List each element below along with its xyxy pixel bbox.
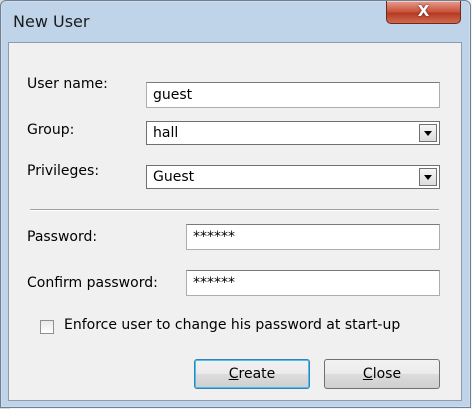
confirm-password-field[interactable] <box>186 270 440 296</box>
username-input[interactable] <box>146 82 440 108</box>
privileges-select[interactable]: Guest <box>146 165 440 189</box>
chevron-down-icon[interactable] <box>419 168 437 186</box>
enforce-change-label[interactable]: Enforce user to change his password at s… <box>64 317 400 333</box>
close-button[interactable]: Close <box>324 359 440 389</box>
create-accel: C <box>228 366 239 382</box>
group-label: Group: <box>27 122 75 138</box>
enforce-change-checkbox[interactable] <box>40 320 54 334</box>
create-label: reate <box>238 366 276 382</box>
close-icon: X <box>417 2 430 20</box>
window-title: New User <box>13 12 90 31</box>
password-label: Password: <box>27 229 98 245</box>
separator <box>30 209 439 211</box>
group-selected-value: hall <box>153 125 179 141</box>
group-select[interactable]: hall <box>146 121 440 145</box>
privileges-selected-value: Guest <box>153 169 195 185</box>
username-label: User name: <box>27 76 108 92</box>
close-label: lose <box>372 366 402 382</box>
privileges-label: Privileges: <box>27 163 100 179</box>
close-window-button[interactable]: X <box>386 1 461 24</box>
close-accel: C <box>362 366 373 382</box>
chevron-down-icon[interactable] <box>419 124 437 142</box>
confirm-password-label: Confirm password: <box>27 275 158 291</box>
password-field[interactable] <box>186 224 440 250</box>
create-button[interactable]: Create <box>194 359 310 389</box>
title-bar[interactable]: New User X <box>1 1 470 43</box>
